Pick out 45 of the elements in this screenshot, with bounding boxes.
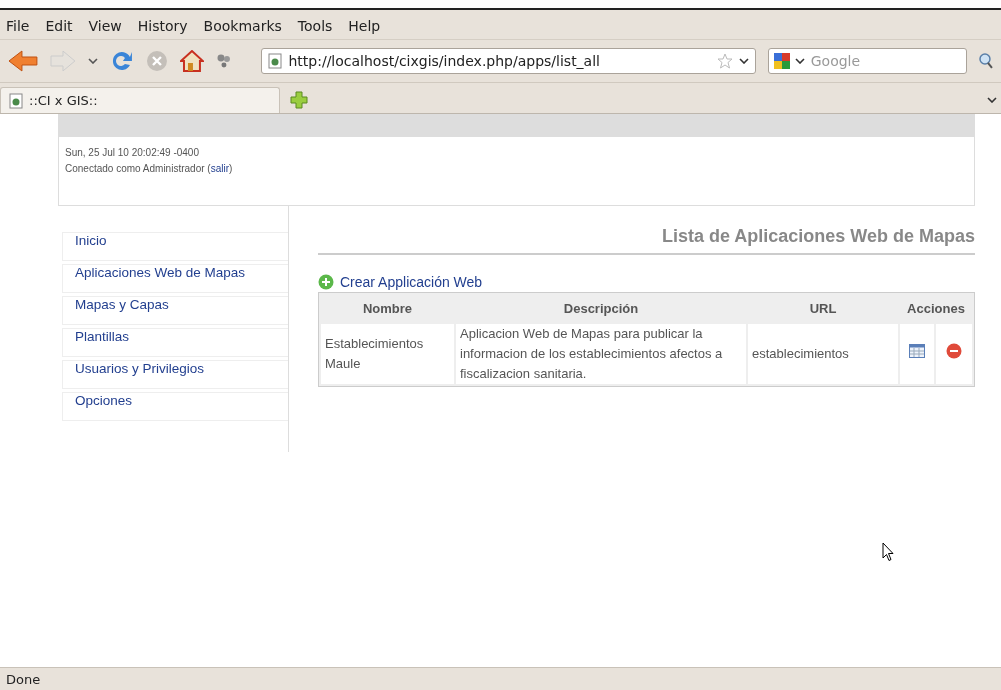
- menu-item[interactable]: Edit: [45, 18, 73, 34]
- mouse-pointer-icon: [882, 542, 894, 562]
- address-bar[interactable]: http://localhost/cixgis/index.php/apps/list_all: [261, 48, 756, 74]
- sidebar-item[interactable]: Plantillas: [62, 328, 288, 357]
- search-engine-icon[interactable]: [772, 52, 791, 70]
- menu-item[interactable]: Help: [348, 18, 381, 34]
- create-link[interactable]: Crear Applicación Web: [340, 274, 483, 290]
- table-cell: establecimientos: [748, 324, 898, 384]
- page-icon: [268, 53, 283, 69]
- sidebar-item[interactable]: Inicio: [62, 232, 288, 261]
- column-header: Nombre: [361, 300, 414, 318]
- search-bar[interactable]: Google: [767, 48, 968, 74]
- table-icon[interactable]: [909, 344, 925, 358]
- menu-item[interactable]: View: [88, 18, 122, 34]
- column-header: Descripción: [562, 300, 640, 318]
- menu-item[interactable]: Bookmarks: [203, 18, 282, 34]
- page-icon: [9, 92, 23, 109]
- status-text: Done: [0, 667, 1001, 690]
- chevron-down-icon[interactable]: [738, 58, 749, 64]
- star-icon[interactable]: [716, 53, 733, 69]
- column-header: URL: [808, 300, 838, 318]
- page-title: Lista de Aplicaciones Web de Mapas: [318, 226, 975, 255]
- column-header: Acciones: [906, 300, 966, 318]
- add-icon[interactable]: [318, 274, 334, 290]
- table-cell: Aplicacion Web de Mapas para publicar la informacion de los establecimientos afectos a fiscalizacion sanitaria.: [456, 324, 746, 384]
- browser-tab[interactable]: ::CI x GIS::: [0, 87, 280, 113]
- menu-item[interactable]: History: [137, 18, 188, 34]
- sidebar-item[interactable]: Aplicaciones Web de Mapas: [62, 264, 288, 293]
- chevron-down-icon[interactable]: [794, 58, 805, 64]
- delete-icon[interactable]: [946, 343, 962, 359]
- sidebar-item[interactable]: Mapas y Capas: [62, 296, 288, 325]
- date-text: Sun, 25 Jul 10 20:02:49 -0400: [65, 146, 200, 160]
- new-tab-icon[interactable]: [290, 91, 308, 109]
- chevron-down-icon[interactable]: [987, 97, 997, 103]
- chevron-down-icon[interactable]: [87, 58, 98, 64]
- back-icon[interactable]: [8, 49, 38, 73]
- table-cell: Establecimientos Maule: [321, 324, 454, 384]
- search-icon[interactable]: [979, 53, 993, 69]
- home-icon[interactable]: [179, 50, 204, 72]
- molecule-icon[interactable]: [215, 53, 232, 69]
- sidebar-item[interactable]: Usuarios y Privilegios: [62, 360, 288, 389]
- menu-item[interactable]: File: [6, 18, 30, 34]
- user-status-text: Conectado como Administrador (salir): [65, 162, 234, 176]
- sidebar-item[interactable]: Opciones: [62, 392, 288, 421]
- menu-item[interactable]: Tools: [297, 18, 333, 34]
